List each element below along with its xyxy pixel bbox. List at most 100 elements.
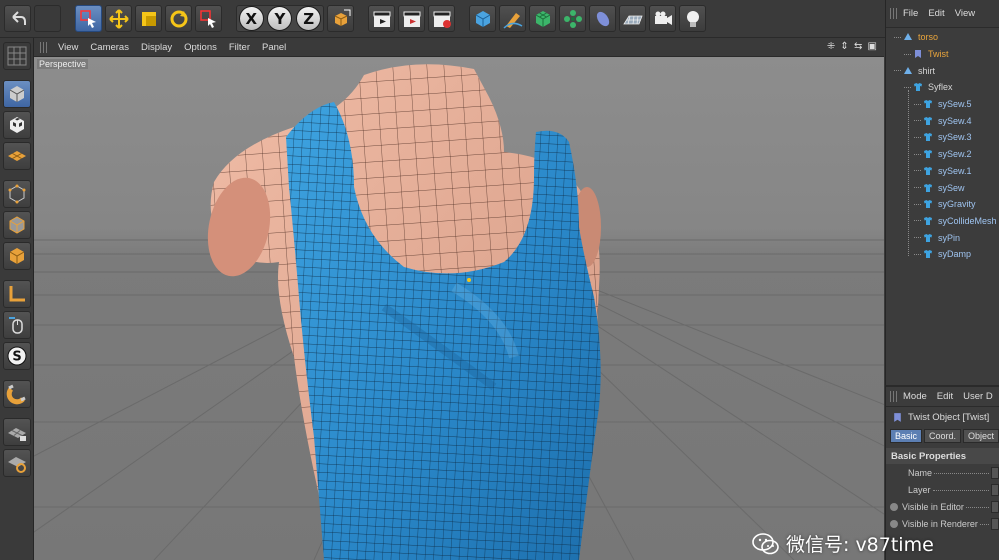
- field-animation-radio[interactable]: [890, 502, 898, 511]
- tree-item-sypin[interactable]: syPin: [886, 229, 999, 246]
- lock-workplane-button[interactable]: [2, 418, 31, 446]
- tree-connector: [914, 187, 921, 189]
- viewport-menu-view[interactable]: View: [52, 42, 84, 53]
- viewport-menu-bar: View Cameras Display Options Filter Pane…: [34, 38, 884, 57]
- om-menu-view[interactable]: View: [950, 8, 980, 19]
- wechat-watermark: 微信号: v87time: [752, 530, 934, 557]
- undo-button[interactable]: [4, 5, 31, 32]
- viewport-menu-display[interactable]: Display: [135, 42, 178, 53]
- edges-mode-button[interactable]: [2, 211, 31, 239]
- viewport-menu-filter[interactable]: Filter: [223, 42, 256, 53]
- scale-tool-button[interactable]: [135, 5, 162, 32]
- attribute-field-name[interactable]: Name: [886, 464, 999, 481]
- rotate-tool-button[interactable]: [165, 5, 192, 32]
- tab-basic[interactable]: Basic: [890, 429, 923, 443]
- array-icon: [563, 9, 582, 28]
- tree-item-sycollidemesh[interactable]: syCollideMesh: [886, 213, 999, 230]
- tree-item-syflex[interactable]: Syflex: [886, 79, 999, 96]
- viewport-canvas[interactable]: Perspective: [34, 57, 884, 560]
- wechat-logo-icon: [752, 532, 779, 554]
- world-coordinates-icon: [334, 9, 350, 26]
- field-value-input[interactable]: [991, 517, 999, 530]
- workplane-mode-button[interactable]: [2, 142, 31, 170]
- add-light-button[interactable]: [679, 5, 706, 32]
- field-dot-leader: [932, 485, 989, 491]
- attribute-manager-grip[interactable]: [890, 391, 898, 402]
- snap-button[interactable]: S: [2, 342, 31, 370]
- model-mode-button[interactable]: [2, 80, 31, 108]
- perspective-viewport[interactable]: View Cameras Display Options Filter Pane…: [34, 38, 884, 560]
- tree-item-sysew-1[interactable]: sySew.1: [886, 163, 999, 180]
- polygons-mode-button[interactable]: [2, 242, 31, 270]
- add-floor-button[interactable]: [619, 5, 646, 32]
- add-spline-button[interactable]: [499, 5, 526, 32]
- camera-name-label: Perspective: [37, 59, 89, 69]
- tree-item-sysew-5[interactable]: sySew.5: [886, 96, 999, 113]
- field-value-input[interactable]: [991, 483, 999, 496]
- object-tree: torso Twist shirt Syflex sySew.5 sySew.4 sySew…: [886, 28, 999, 263]
- tree-item-twist[interactable]: Twist: [886, 46, 999, 63]
- add-deformer-button[interactable]: [589, 5, 616, 32]
- tweak-mode-button[interactable]: [2, 311, 31, 339]
- tab-coord[interactable]: Coord.: [924, 429, 962, 443]
- live-selection-button[interactable]: [75, 5, 102, 32]
- viewport-menu-panel[interactable]: Panel: [256, 42, 292, 53]
- syflex-shirt-icon: [923, 199, 938, 209]
- add-array-button[interactable]: [559, 5, 586, 32]
- tree-item-sysew-2[interactable]: sySew.2: [886, 146, 999, 163]
- viewport-menu-cameras[interactable]: Cameras: [84, 42, 135, 53]
- add-cube-button[interactable]: [469, 5, 496, 32]
- tree-connector: [914, 136, 921, 138]
- add-subdivision-button[interactable]: [529, 5, 556, 32]
- am-menu-edit[interactable]: Edit: [932, 391, 958, 402]
- z-axis-lock-button[interactable]: Z: [296, 6, 322, 31]
- make-editable-button[interactable]: [2, 42, 31, 70]
- planar-workplane-button[interactable]: [2, 449, 31, 477]
- edges-cube-icon: [9, 216, 24, 234]
- coordinate-system-button[interactable]: [327, 5, 354, 32]
- attribute-fields: Name Layer Visible in Editor Visible in Ren…: [886, 464, 999, 532]
- syflex-shirt-icon: [923, 216, 938, 226]
- redo-button[interactable]: [34, 5, 61, 32]
- viewport-grip-handle[interactable]: [40, 41, 48, 53]
- light-bulb-icon: [686, 10, 699, 27]
- watermark-text: 微信号: v87time: [786, 534, 934, 556]
- syflex-shirt-icon: [913, 82, 928, 92]
- viewport-navigation-icons[interactable]: ⁜ ⇕ ⇆ ▣: [827, 41, 878, 52]
- points-mode-button[interactable]: [2, 180, 31, 208]
- tree-item-shirt[interactable]: shirt: [886, 62, 999, 79]
- tree-item-sysew-4[interactable]: sySew.4: [886, 112, 999, 129]
- render-settings-button[interactable]: [428, 5, 455, 32]
- axis-mode-button[interactable]: [2, 280, 31, 308]
- field-animation-radio[interactable]: [890, 519, 898, 528]
- floor-grid-icon: [622, 15, 643, 24]
- attribute-field-layer[interactable]: Layer: [886, 481, 999, 498]
- tree-item-sydamp[interactable]: syDamp: [886, 246, 999, 263]
- attribute-object-name: Twist Object [Twist]: [908, 411, 990, 423]
- object-manager-grip[interactable]: [890, 8, 898, 19]
- tree-item-sygravity[interactable]: syGravity: [886, 196, 999, 213]
- recent-tools-button[interactable]: [195, 5, 222, 32]
- field-value-input[interactable]: [991, 466, 999, 479]
- y-axis-lock-button[interactable]: Y: [267, 6, 293, 31]
- tree-item-torso[interactable]: torso: [886, 29, 999, 46]
- tree-item-label: Twist: [928, 49, 949, 60]
- x-axis-lock-button[interactable]: X: [238, 6, 264, 31]
- magnet-button[interactable]: [2, 380, 31, 408]
- texture-mode-button[interactable]: [2, 111, 31, 139]
- add-camera-button[interactable]: [649, 5, 676, 32]
- render-picture-viewer-button[interactable]: [398, 5, 425, 32]
- field-animation-radio: [890, 486, 898, 494]
- viewport-menu-options[interactable]: Options: [178, 42, 223, 53]
- tree-item-sysew-3[interactable]: sySew.3: [886, 129, 999, 146]
- am-menu-user-data[interactable]: User D: [958, 391, 998, 402]
- field-value-input[interactable]: [991, 500, 999, 513]
- tree-item-sysew[interactable]: sySew: [886, 179, 999, 196]
- render-view-button[interactable]: [368, 5, 395, 32]
- attribute-field-visible-in-editor[interactable]: Visible in Editor: [886, 498, 999, 515]
- om-menu-file[interactable]: File: [898, 8, 923, 19]
- move-tool-button[interactable]: [105, 5, 132, 32]
- am-menu-mode[interactable]: Mode: [898, 391, 932, 402]
- om-menu-edit[interactable]: Edit: [923, 8, 949, 19]
- tab-object[interactable]: Object: [963, 429, 999, 443]
